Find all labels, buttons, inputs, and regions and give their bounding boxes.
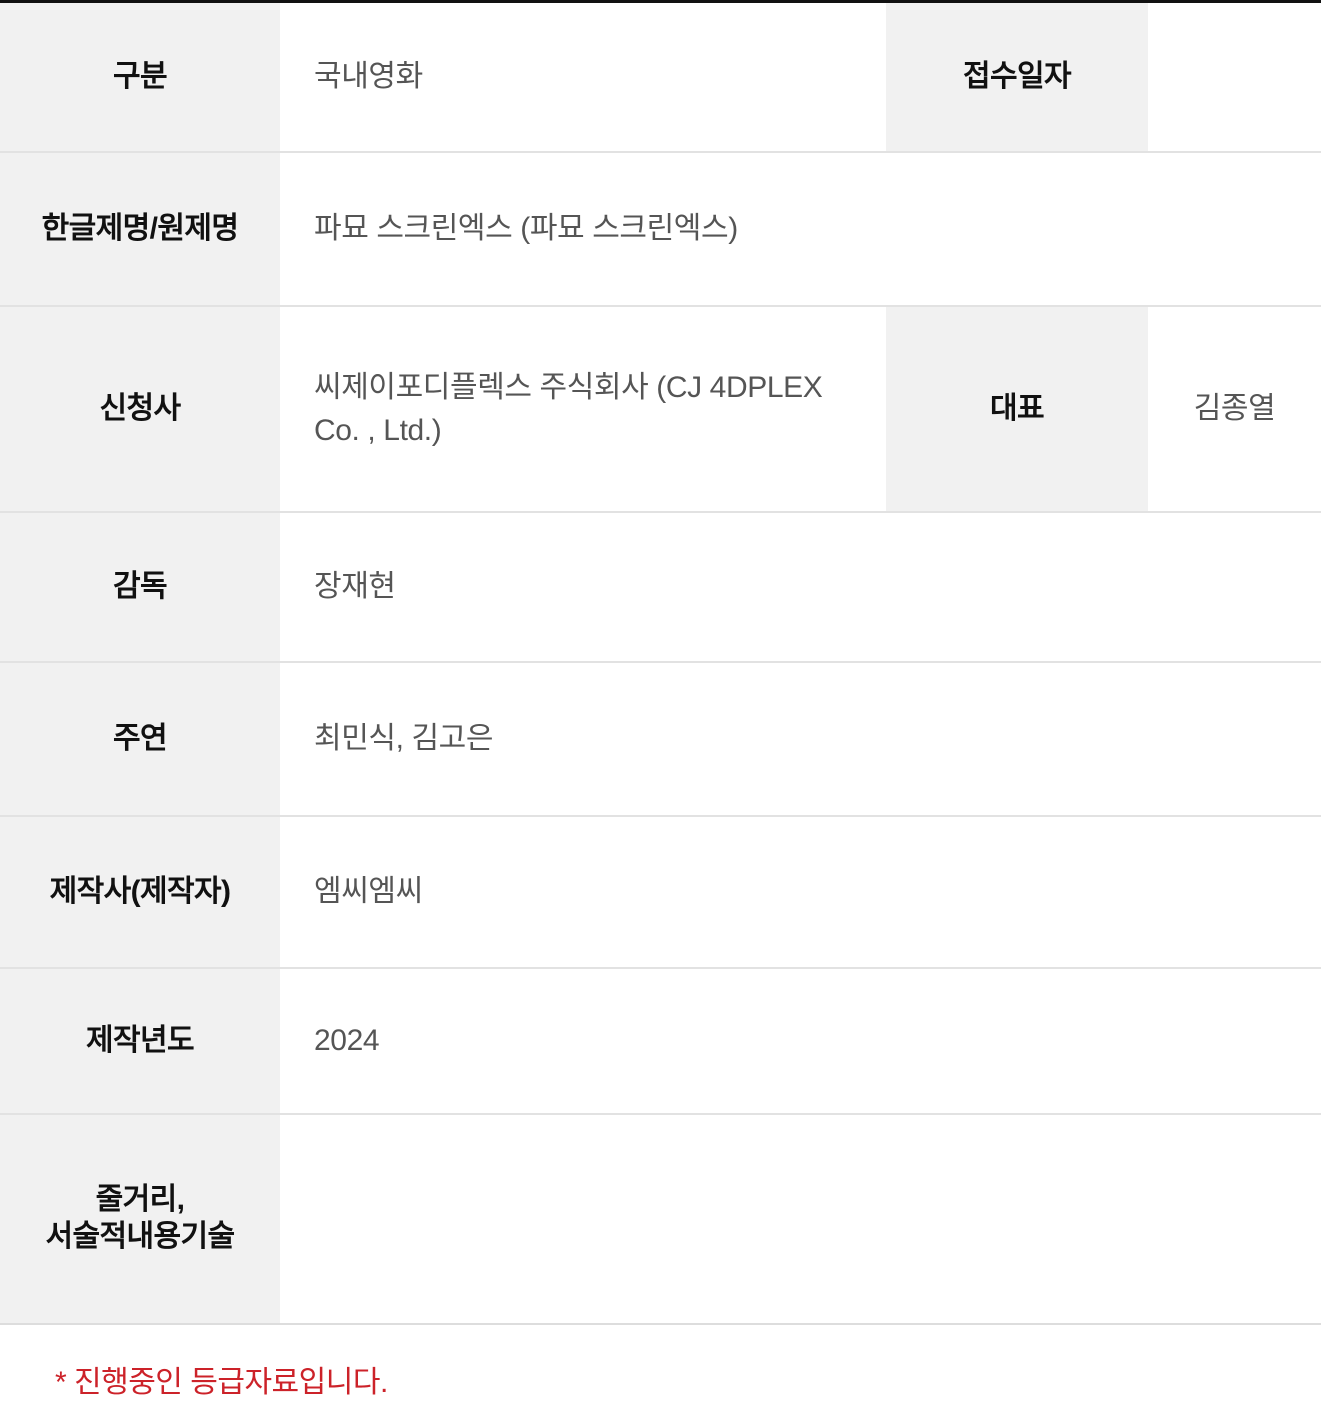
row-value-title: 파묘 스크린엑스 (파묘 스크린엑스) <box>280 152 1321 307</box>
row-value-representative: 김종열 <box>1148 306 1321 513</box>
row-label-synopsis: 줄거리, 서술적내용기술 <box>0 1114 280 1324</box>
row-value-category: 국내영화 <box>280 1 886 153</box>
row-label-production-year: 제작년도 <box>0 968 280 1115</box>
row-label-representative: 대표 <box>886 306 1148 513</box>
row-value-producer: 엠씨엠씨 <box>280 816 1321 969</box>
row-value-cast: 최민식, 김고은 <box>280 662 1321 817</box>
row-label-synopsis-line1: 줄거리, <box>95 1183 185 1217</box>
table-row-producer: 제작사(제작자) 엠씨엠씨 <box>0 816 1321 969</box>
table-row-director: 감독 장재현 <box>0 512 1321 663</box>
footnote-in-progress-notice: * 진행중인 등급자료입니다. <box>55 1366 388 1399</box>
table-row-synopsis: 줄거리, 서술적내용기술 <box>0 1114 1321 1324</box>
film-rating-detail-table: 구분 국내영화 접수일자 한글제명/원제명 파묘 스크린엑스 (파묘 스크린엑스… <box>0 0 1321 1325</box>
row-label-category: 구분 <box>0 1 280 153</box>
row-label-producer: 제작사(제작자) <box>0 816 280 969</box>
row-value-received-date <box>1148 1 1321 153</box>
row-label-director: 감독 <box>0 512 280 663</box>
row-value-director: 장재현 <box>280 512 1321 663</box>
row-label-title: 한글제명/원제명 <box>0 152 280 307</box>
rating-detail-page: 구분 국내영화 접수일자 한글제명/원제명 파묘 스크린엑스 (파묘 스크린엑스… <box>0 0 1321 1399</box>
row-value-applicant: 씨제이포디플렉스 주식회사 (CJ 4DPLEX Co. , Ltd.) <box>280 306 886 513</box>
table-row-title: 한글제명/원제명 파묘 스크린엑스 (파묘 스크린엑스) <box>0 152 1321 307</box>
row-value-production-year: 2024 <box>280 968 1321 1115</box>
row-label-cast: 주연 <box>0 662 280 817</box>
row-label-synopsis-line2: 서술적내용기술 <box>45 1220 236 1253</box>
table-row-production-year: 제작년도 2024 <box>0 968 1321 1115</box>
table-row-cast: 주연 최민식, 김고은 <box>0 662 1321 817</box>
table-row-applicant: 신청사 씨제이포디플렉스 주식회사 (CJ 4DPLEX Co. , Ltd.)… <box>0 306 1321 513</box>
row-value-synopsis <box>280 1114 1321 1324</box>
table-row-category: 구분 국내영화 접수일자 <box>0 1 1321 153</box>
row-label-applicant: 신청사 <box>0 306 280 513</box>
row-label-received-date: 접수일자 <box>886 1 1148 153</box>
